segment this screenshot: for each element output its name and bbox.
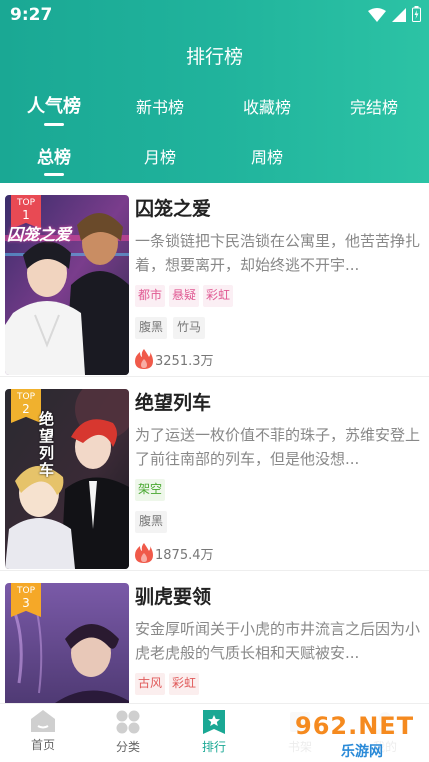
genre-tag: 彩虹	[203, 285, 234, 307]
book-cover[interactable]: . TOP 2 绝望列车	[5, 389, 129, 569]
fire-icon	[135, 349, 153, 369]
genre-tag: 悬疑	[169, 285, 200, 307]
book-cover[interactable]: TOP 3	[5, 583, 129, 703]
genre-tag: 古风	[135, 673, 166, 695]
book-cover[interactable]: TOP 1 囚笼之爱	[5, 195, 129, 375]
status-bar: 9:27	[0, 0, 429, 30]
status-icons	[368, 6, 421, 26]
list-item[interactable]: TOP 1 囚笼之爱 囚笼之爱 一条锁链把卞民浩锁在公寓里，他苦苦挣扎着，想要离…	[0, 183, 429, 377]
popularity: 1875.4万	[135, 541, 420, 565]
book-description-text: 安金厚听闻关于小虎的市井流言之后因为小虎老虎般的气质长相和天赋被安...	[135, 620, 420, 662]
tab-popular[interactable]: 人气榜	[27, 92, 81, 126]
cover-title: 囚笼之爱	[7, 225, 72, 244]
ranking-list[interactable]: TOP 1 囚笼之爱 囚笼之爱 一条锁链把卞民浩锁在公寓里，他苦苦挣扎着，想要离…	[0, 183, 429, 703]
nav-ranking[interactable]: 排行	[184, 704, 244, 762]
genre-tag: 架空	[135, 479, 166, 501]
nav-ranking-label: 排行	[201, 740, 226, 754]
genre-tags: 古风 彩虹	[135, 673, 420, 695]
trait-tag: 竹马	[173, 317, 206, 339]
list-item[interactable]: TOP 3 驯虎要领 安金厚听闻关于小虎的市井流言之后因为小虎老虎般的气质长相和…	[0, 571, 429, 703]
tab-overall[interactable]: 总榜	[37, 143, 71, 176]
fire-icon	[135, 543, 153, 563]
tab-weekly[interactable]: 周榜	[251, 144, 283, 168]
primary-tabs: 人气榜 新书榜 收藏榜 完结榜	[0, 92, 429, 126]
status-time: 9:27	[10, 5, 53, 25]
tab-monthly[interactable]: 月榜	[144, 144, 176, 168]
tab-completed[interactable]: 完结榜	[350, 94, 398, 118]
genre-tags: 架空	[135, 479, 420, 501]
tab-favorites[interactable]: 收藏榜	[243, 94, 291, 118]
nav-category-label: 分类	[115, 740, 140, 754]
book-description-text: 为了运送一枚价值不菲的珠子，苏维安登上了前往南部的列车，但是他没想...	[135, 426, 420, 468]
signal-icon	[392, 7, 406, 26]
book-description-text: 一条锁链把卞民浩锁在公寓里，他苦苦挣扎着，想要离开，却始终逃不开宇...	[135, 232, 420, 274]
app-root: 9:27 排行榜 人气榜 新书榜 收藏榜 完结榜 总榜 月榜 周榜 TOP 1 …	[0, 0, 429, 762]
trait-tags: 腹黑	[135, 511, 420, 533]
watermark: 962.NET 乐游网	[285, 710, 425, 760]
book-title[interactable]: 绝望列车	[135, 389, 420, 417]
watermark-logo: 962.NET	[295, 712, 415, 740]
home-icon	[31, 710, 55, 732]
book-info: 绝望列车 为了运送一枚价值不菲的珠子，苏维安登上了前往南部的列车，但是他没想..…	[135, 389, 420, 565]
rank-badge-number: 2	[22, 402, 30, 416]
book-info: 囚笼之爱 一条锁链把卞民浩锁在公寓里，他苦苦挣扎着，想要离开，却始终逃不开宇..…	[135, 195, 420, 371]
book-description: 一条锁链把卞民浩锁在公寓里，他苦苦挣扎着，想要离开，却始终逃不开宇...	[135, 229, 420, 279]
popularity-count: 3251.3万	[155, 353, 214, 369]
rank-badge-number: 3	[22, 596, 30, 610]
book-title[interactable]: 囚笼之爱	[135, 195, 420, 223]
category-icon	[116, 710, 140, 734]
genre-tag: 彩虹	[169, 673, 200, 695]
list-item[interactable]: . TOP 2 绝望列车 绝望列车 为了运送一枚价值不菲的珠子，苏维安登上了前往…	[0, 377, 429, 571]
nav-home-label: 首页	[30, 738, 55, 752]
watermark-sub: 乐游网	[341, 744, 383, 760]
nav-home[interactable]: 首页	[13, 704, 73, 762]
cover-title: 绝望列车	[39, 410, 55, 479]
popularity: 3251.3万	[135, 347, 420, 371]
genre-tag: 都市	[135, 285, 166, 307]
tab-new[interactable]: 新书榜	[136, 94, 184, 118]
wifi-icon	[368, 7, 386, 26]
rank-badge-prefix: TOP	[16, 392, 35, 402]
genre-tags: 都市 悬疑 彩虹	[135, 285, 420, 307]
page-title: 排行榜	[185, 46, 243, 68]
trait-tag: 腹黑	[135, 511, 168, 533]
trait-tags: 腹黑 竹马	[135, 317, 420, 339]
popularity-count: 1875.4万	[155, 547, 214, 563]
secondary-tabs: 总榜 月榜 周榜	[0, 143, 429, 176]
book-title[interactable]: 驯虎要领	[135, 583, 420, 611]
rank-badge-prefix: TOP	[16, 198, 35, 208]
header: 9:27 排行榜 人气榜 新书榜 收藏榜 完结榜 总榜 月榜 周榜	[0, 0, 429, 183]
rank-badge-prefix: TOP	[16, 586, 35, 596]
book-info: 驯虎要领 安金厚听闻关于小虎的市井流言之后因为小虎老虎般的气质长相和天赋被安..…	[135, 583, 420, 695]
book-description: 为了运送一枚价值不菲的珠子，苏维安登上了前往南部的列车，但是他没想...	[135, 423, 420, 473]
ranking-icon	[203, 710, 225, 734]
battery-icon	[412, 6, 421, 26]
trait-tag: 腹黑	[135, 317, 168, 339]
book-description: 安金厚听闻关于小虎的市井流言之后因为小虎老虎般的气质长相和天赋被安...	[135, 617, 420, 667]
nav-category[interactable]: 分类	[98, 704, 158, 762]
